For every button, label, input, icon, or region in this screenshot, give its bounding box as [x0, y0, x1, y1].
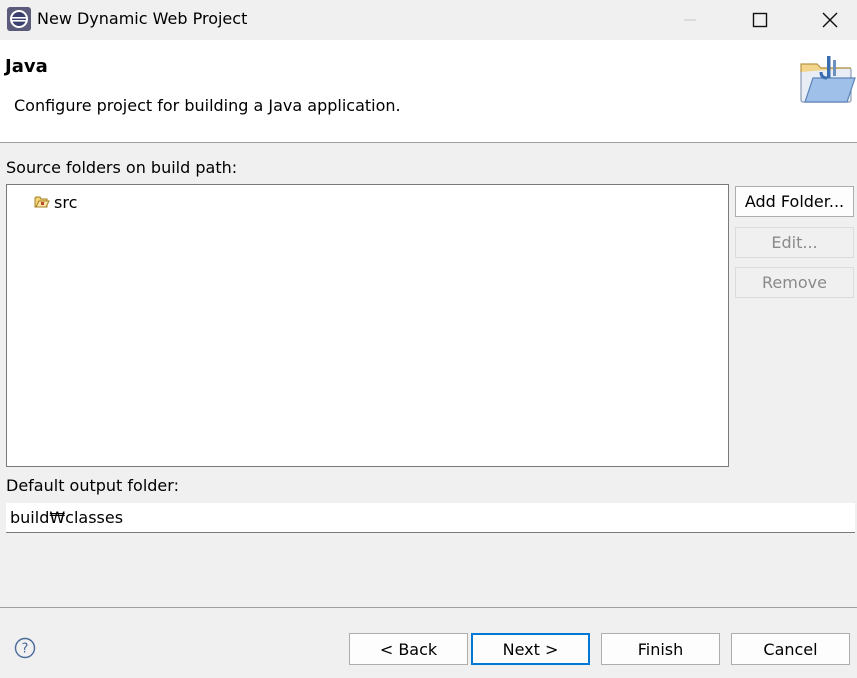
maximize-button[interactable]: [727, 0, 793, 40]
close-icon: [822, 12, 838, 28]
output-folder-label: Default output folder:: [6, 476, 179, 495]
page-title: Java: [5, 56, 48, 77]
source-folder-icon: [34, 195, 50, 209]
page-description: Configure project for building a Java ap…: [14, 96, 401, 115]
title-bar: New Dynamic Web Project: [0, 0, 857, 40]
eclipse-icon: [6, 6, 32, 32]
remove-button[interactable]: Remove: [735, 267, 854, 298]
finish-button[interactable]: Finish: [601, 633, 720, 665]
tree-item-src[interactable]: src: [34, 191, 77, 213]
maximize-icon: [752, 12, 768, 28]
back-button[interactable]: < Back: [349, 633, 468, 665]
minimize-button[interactable]: [657, 0, 723, 40]
source-folders-label: Source folders on build path:: [6, 158, 238, 177]
source-folders-tree[interactable]: src: [6, 184, 729, 467]
cancel-button[interactable]: Cancel: [731, 633, 850, 665]
close-button[interactable]: [797, 0, 857, 40]
svg-text:?: ?: [22, 642, 29, 657]
tree-item-label: src: [54, 192, 78, 212]
wizard-header: Java Configure project for building a Ja…: [0, 40, 857, 143]
help-icon[interactable]: ?: [14, 637, 36, 659]
java-folder-wizard-icon: [797, 54, 857, 106]
output-folder-input[interactable]: build₩classes: [6, 503, 855, 533]
add-folder-button[interactable]: Add Folder...: [735, 186, 854, 217]
edit-button[interactable]: Edit...: [735, 227, 854, 258]
minimize-icon: [684, 19, 696, 21]
footer-divider: [0, 607, 857, 608]
next-button[interactable]: Next >: [471, 633, 590, 665]
window-title: New Dynamic Web Project: [37, 9, 248, 28]
